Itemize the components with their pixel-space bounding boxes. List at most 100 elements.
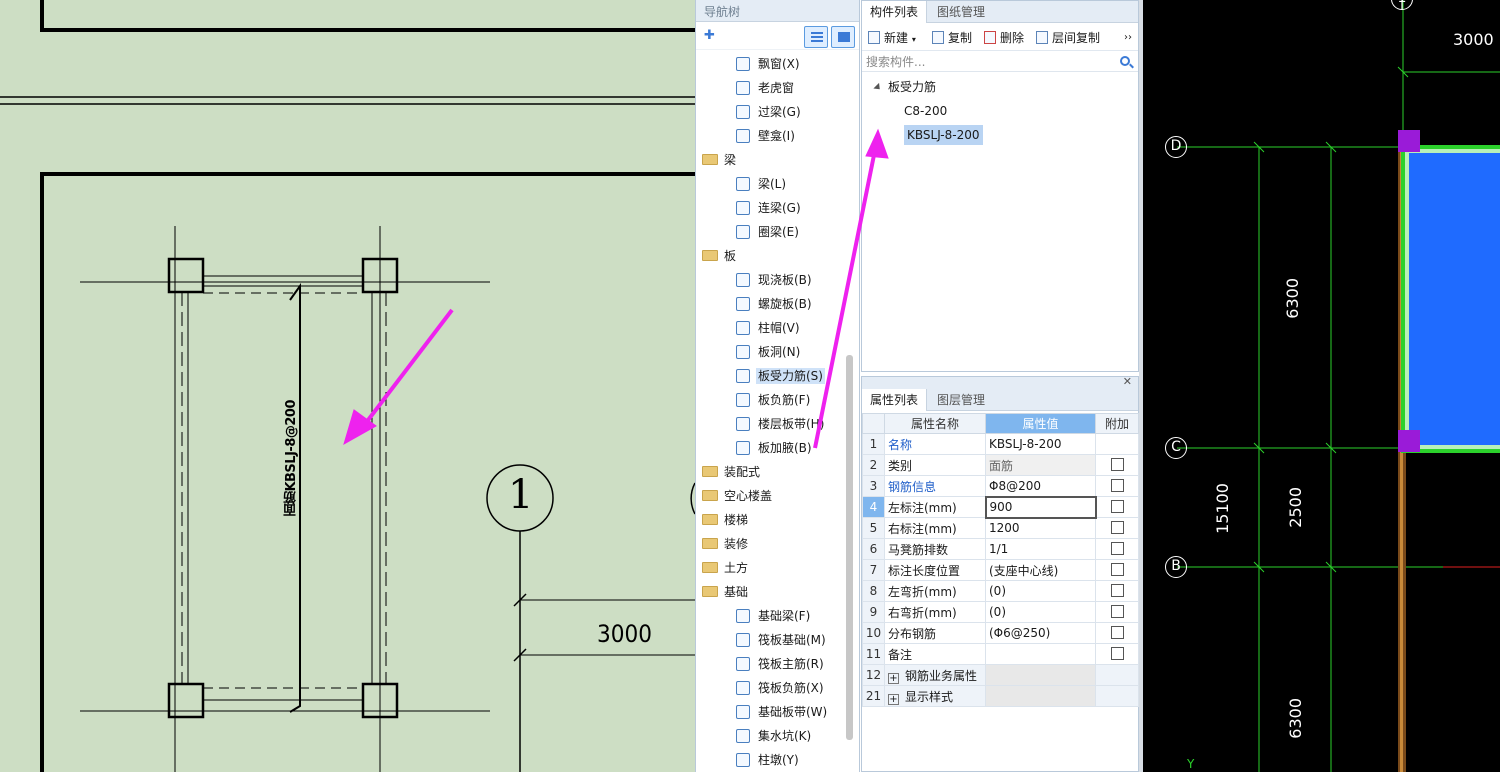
nav-item-folder[interactable]: 楼梯 xyxy=(696,508,846,532)
component-group-slab-rebar[interactable]: 板受力筋 xyxy=(862,75,1138,99)
nav-item-dormer-window[interactable]: 老虎窗 xyxy=(696,76,846,100)
property-row[interactable]: 1 名称 KBSLJ-8-200 xyxy=(862,433,1139,455)
search-icon[interactable] xyxy=(1120,56,1130,66)
property-group-row[interactable]: 12 + 钢筋业务属性 xyxy=(862,664,1139,686)
extra-checkbox[interactable] xyxy=(1110,647,1124,660)
nav-item-raft-negative-rebar[interactable]: 筏板负筋(X) xyxy=(696,676,846,700)
extra-checkbox[interactable] xyxy=(1110,479,1124,492)
property-row[interactable]: 6 马凳筋排数 1/1 xyxy=(862,538,1139,560)
floor-copy-button[interactable]: 层间复制 xyxy=(1036,29,1100,47)
tab-layer-management[interactable]: 图层管理 xyxy=(929,389,993,411)
tab-property-list[interactable]: 属性列表 xyxy=(862,389,928,411)
nav-item-folder[interactable]: 基础 xyxy=(696,580,846,604)
nav-item-coupling-beam[interactable]: 连梁(G) xyxy=(696,196,846,220)
left-cad-drawing[interactable]: 3000 1 面筋KBSLJ-8@200 xyxy=(0,0,695,772)
nav-item-lintel[interactable]: 过梁(G) xyxy=(696,100,846,124)
nav-item-folder[interactable]: 梁 xyxy=(696,148,846,172)
slab-rebar-icon xyxy=(736,369,750,383)
property-row[interactable]: 5 右标注(mm) 1200 xyxy=(862,517,1139,539)
property-group-name[interactable]: + 显示样式 xyxy=(884,685,986,707)
list-view-button[interactable] xyxy=(804,26,828,48)
dropdown-arrow-icon: ▾ xyxy=(911,35,916,44)
close-icon[interactable]: ✕ xyxy=(1123,375,1132,388)
property-group-row[interactable]: 21 + 显示样式 xyxy=(862,685,1139,707)
nav-item-ring-beam[interactable]: 圈梁(E) xyxy=(696,220,846,244)
component-item-kbslj-8-200[interactable]: KBSLJ-8-200 xyxy=(862,123,1138,147)
property-value[interactable]: 1200 xyxy=(985,517,1096,539)
nav-item-column-cap[interactable]: 柱帽(V) xyxy=(696,316,846,340)
property-value[interactable]: 900 xyxy=(984,495,1097,519)
axis-c-bubble[interactable]: C xyxy=(1165,437,1187,459)
property-value[interactable]: 面筋 xyxy=(985,454,1096,476)
extra-checkbox[interactable] xyxy=(1110,626,1124,639)
tab-component-list[interactable]: 构件列表 xyxy=(862,1,928,23)
expand-all-icon[interactable]: ✚ xyxy=(704,28,715,43)
nav-item-floor-strip[interactable]: 楼层板带(H) xyxy=(696,412,846,436)
property-row[interactable]: 2 类别 面筋 xyxy=(862,454,1139,476)
ring-beam-icon xyxy=(736,225,750,239)
nav-item-slab-rebar[interactable]: 板受力筋(S) xyxy=(696,364,846,388)
extra-checkbox[interactable] xyxy=(1110,542,1124,555)
property-value[interactable]: (0) xyxy=(985,601,1096,623)
delete-button[interactable]: 删除 xyxy=(984,29,1024,47)
property-group-name[interactable]: + 钢筋业务属性 xyxy=(884,664,986,686)
extra-checkbox[interactable] xyxy=(1110,605,1124,618)
icon-view-button[interactable] xyxy=(831,26,855,48)
expand-plus-icon[interactable]: + xyxy=(888,693,899,705)
property-value[interactable]: 1/1 xyxy=(985,538,1096,560)
nav-item-folder[interactable]: 装配式 xyxy=(696,460,846,484)
component-item-c8-200[interactable]: C8-200 xyxy=(862,99,1138,123)
nav-scrollbar[interactable] xyxy=(846,355,853,740)
expand-plus-icon[interactable]: + xyxy=(888,672,899,684)
nav-item-niche[interactable]: 壁龛(I) xyxy=(696,124,846,148)
extra-checkbox[interactable] xyxy=(1110,521,1124,534)
property-value[interactable]: (Φ6@250) xyxy=(985,622,1096,644)
nav-item-slab-hole[interactable]: 板洞(N) xyxy=(696,340,846,364)
extra-checkbox[interactable] xyxy=(1110,584,1124,597)
nav-item-negative-rebar[interactable]: 板负筋(F) xyxy=(696,388,846,412)
nav-item-folder[interactable]: 空心楼盖 xyxy=(696,484,846,508)
nav-item-spiral-slab[interactable]: 螺旋板(B) xyxy=(696,292,846,316)
nav-item-foundation-beam[interactable]: 基础梁(F) xyxy=(696,604,846,628)
dimension-2500: 2500 xyxy=(1286,487,1305,528)
property-row[interactable]: 8 左弯折(mm) (0) xyxy=(862,580,1139,602)
nav-item-cast-slab[interactable]: 现浇板(B) xyxy=(696,268,846,292)
new-component-button[interactable]: 新建 ▾ xyxy=(868,29,916,47)
nav-item-folder[interactable]: 板 xyxy=(696,244,846,268)
nav-item-sump-pit[interactable]: 集水坑(K) xyxy=(696,724,846,748)
copy-button[interactable]: 复制 xyxy=(932,29,972,47)
property-row[interactable]: 3 钢筋信息 Φ8@200 xyxy=(862,475,1139,497)
property-value[interactable] xyxy=(985,643,1096,665)
nav-item-raft-main-rebar[interactable]: 筏板主筋(R) xyxy=(696,652,846,676)
nav-item-folder[interactable]: 装修 xyxy=(696,532,846,556)
extra-checkbox[interactable] xyxy=(1110,458,1124,471)
nav-item-column-pier[interactable]: 柱墩(Y) xyxy=(696,748,846,772)
more-tools-icon[interactable]: ›› xyxy=(1124,29,1132,47)
property-value[interactable]: (0) xyxy=(985,580,1096,602)
property-row[interactable]: 11 备注 xyxy=(862,643,1139,665)
property-row[interactable]: 10 分布钢筋 (Φ6@250) xyxy=(862,622,1139,644)
axis-d-bubble[interactable]: D xyxy=(1165,136,1187,158)
extra-checkbox[interactable] xyxy=(1110,500,1124,513)
property-value[interactable]: (支座中心线) xyxy=(985,559,1096,581)
cad-model-view[interactable]: 1 3000 D C B 6300 15100 2500 6300 Y xyxy=(1143,0,1500,772)
property-row[interactable]: 7 标注长度位置 (支座中心线) xyxy=(862,559,1139,581)
row-number: 12 xyxy=(862,664,885,686)
nav-item-foundation-strip[interactable]: 基础板带(W) xyxy=(696,700,846,724)
tab-drawing-management[interactable]: 图纸管理 xyxy=(929,1,993,23)
nav-item-raft-foundation[interactable]: 筏板基础(M) xyxy=(696,628,846,652)
row-number: 1 xyxy=(862,433,885,455)
nav-item-folder[interactable]: 土方 xyxy=(696,556,846,580)
property-value[interactable]: Φ8@200 xyxy=(985,475,1096,497)
property-row[interactable]: 9 右弯折(mm) (0) xyxy=(862,601,1139,623)
component-search-input[interactable] xyxy=(862,52,1112,71)
nav-item-beam[interactable]: 梁(L) xyxy=(696,172,846,196)
nav-item-bay-window[interactable]: 飘窗(X) xyxy=(696,52,846,76)
extra-checkbox[interactable] xyxy=(1110,563,1124,576)
axis-b-bubble[interactable]: B xyxy=(1165,556,1187,578)
nav-item-slab-haunch[interactable]: 板加腋(B) xyxy=(696,436,846,460)
property-name: 标注长度位置 xyxy=(884,559,986,581)
property-value[interactable]: KBSLJ-8-200 xyxy=(985,433,1096,455)
property-row[interactable]: 4 左标注(mm) 900 xyxy=(862,495,1139,519)
rebar-annotation-text: 面筋KBSLJ-8@200 xyxy=(284,400,299,517)
